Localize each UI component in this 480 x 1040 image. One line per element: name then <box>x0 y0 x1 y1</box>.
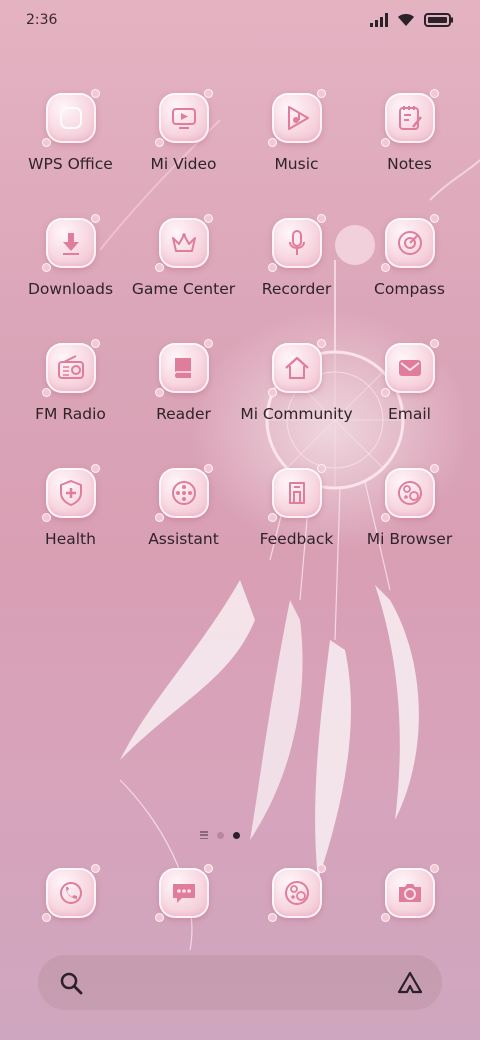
app-label: Health <box>45 530 96 548</box>
app-label: Downloads <box>27 280 114 298</box>
camera-icon <box>380 864 439 922</box>
app-compass[interactable]: Compass <box>353 213 466 338</box>
app-label: Mi Browser <box>366 530 453 548</box>
feedback-icon <box>267 464 326 522</box>
app-row: FM Radio Reader Mi Community Email <box>14 338 466 463</box>
app-label: Compass <box>374 280 445 298</box>
app-mi-community[interactable]: Mi Community <box>240 338 353 463</box>
search-bar[interactable] <box>38 955 442 1010</box>
app-label: Notes <box>387 155 432 173</box>
dock-browser[interactable] <box>240 863 353 923</box>
app-label: FM Radio <box>35 405 106 423</box>
app-mi-video[interactable]: Mi Video <box>127 88 240 213</box>
app-feedback[interactable]: Feedback <box>240 463 353 588</box>
app-reader[interactable]: Reader <box>127 338 240 463</box>
dock <box>14 863 466 923</box>
microphone-icon <box>267 214 326 272</box>
app-game-center[interactable]: Game Center <box>127 213 240 338</box>
dock-phone[interactable] <box>14 863 127 923</box>
clock: 2:36 <box>26 12 58 28</box>
download-icon <box>41 214 100 272</box>
app-row: WPS Office Mi Video Music Notes <box>14 88 466 213</box>
app-notes[interactable]: Notes <box>353 88 466 213</box>
app-music[interactable]: Music <box>240 88 353 213</box>
notes-icon <box>380 89 439 147</box>
status-icons <box>370 12 454 27</box>
app-recorder[interactable]: Recorder <box>240 213 353 338</box>
app-label: Mi Video <box>150 155 217 173</box>
home-icon <box>267 339 326 397</box>
app-downloads[interactable]: Downloads <box>14 213 127 338</box>
compass-icon <box>380 214 439 272</box>
app-email[interactable]: Email <box>353 338 466 463</box>
page-dot-active[interactable] <box>233 831 240 839</box>
assistant-triangle-icon[interactable] <box>396 970 424 996</box>
app-label: Email <box>387 405 431 423</box>
app-label: Recorder <box>261 280 332 298</box>
dock-messages[interactable] <box>127 863 240 923</box>
app-label: Feedback <box>259 530 334 548</box>
battery-icon <box>424 12 453 27</box>
dock-camera[interactable] <box>353 863 466 923</box>
video-icon <box>154 89 213 147</box>
phone-icon <box>41 864 100 922</box>
app-label: Music <box>274 155 319 173</box>
app-grid: WPS Office Mi Video Music Notes Download… <box>14 88 466 588</box>
app-label: WPS Office <box>28 155 113 173</box>
page-dot[interactable] <box>217 831 224 839</box>
app-health[interactable]: Health <box>14 463 127 588</box>
app-list-indicator-icon[interactable] <box>200 831 208 839</box>
app-row: Downloads Game Center Recorder Compass <box>14 213 466 338</box>
search-icon[interactable] <box>58 970 84 996</box>
page-indicator[interactable] <box>200 829 250 841</box>
app-assistant[interactable]: Assistant <box>127 463 240 588</box>
app-label: Game Center <box>131 280 236 298</box>
wps-office-icon <box>41 89 100 147</box>
crown-icon <box>154 214 213 272</box>
browser-icon <box>380 464 439 522</box>
app-wps-office[interactable]: WPS Office <box>14 88 127 213</box>
app-mi-browser[interactable]: Mi Browser <box>353 463 466 588</box>
browser-icon <box>267 864 326 922</box>
app-fm-radio[interactable]: FM Radio <box>14 338 127 463</box>
messages-icon <box>154 864 213 922</box>
app-label: Mi Community <box>240 405 353 423</box>
book-icon <box>154 339 213 397</box>
radio-icon <box>41 339 100 397</box>
mail-icon <box>380 339 439 397</box>
app-label: Assistant <box>148 530 219 548</box>
app-label: Reader <box>156 405 211 423</box>
app-row: Health Assistant Feedback Mi Browser <box>14 463 466 588</box>
wifi-icon <box>398 14 414 26</box>
status-bar: 2:36 <box>0 0 480 42</box>
signal-icon <box>370 12 388 27</box>
shield-plus-icon <box>41 464 100 522</box>
music-icon <box>267 89 326 147</box>
assistant-icon <box>154 464 213 522</box>
